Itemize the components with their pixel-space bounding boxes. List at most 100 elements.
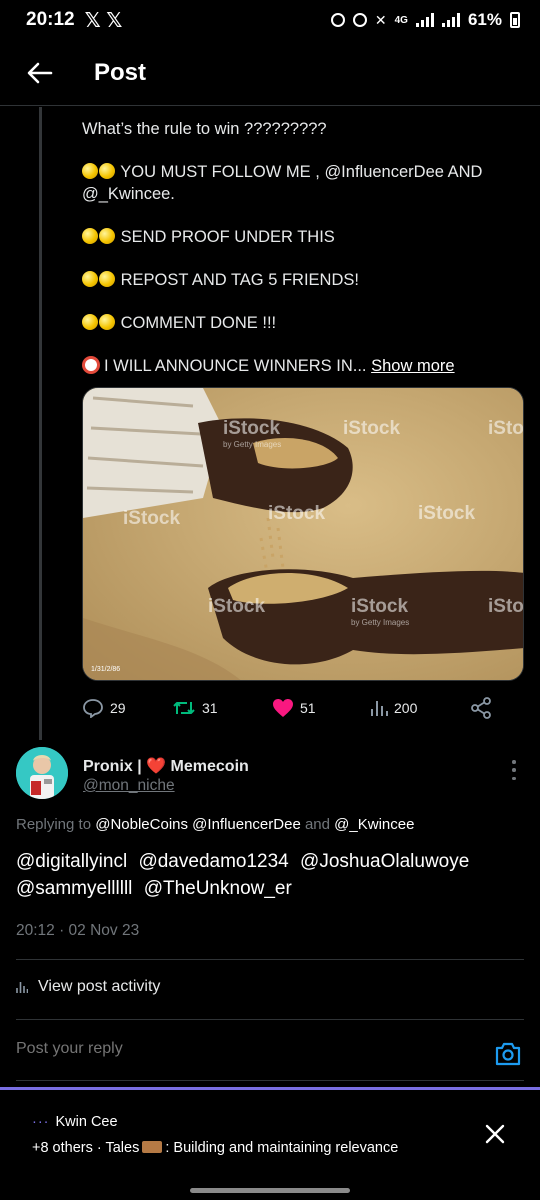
share-icon	[471, 697, 491, 719]
tweet-line: I WILL ANNOUNCE WINNERS IN... Show more	[82, 355, 522, 377]
tweet-media-image[interactable]: iStockby Getty Images iStock iStock iSto…	[82, 387, 524, 681]
status-time: 20:12	[26, 9, 75, 30]
tweet-line: COMMENT DONE !!!	[82, 312, 522, 334]
mention-link[interactable]: @davedamo1234	[138, 851, 288, 872]
watermark: iStock	[488, 418, 524, 439]
x-app-icon: 𝕏 𝕏	[84, 9, 123, 32]
post-timestamp[interactable]: 20:12 · 02 Nov 23	[16, 922, 139, 940]
grain-hands-photo	[83, 388, 523, 680]
heart-emoji-icon: ❤️	[146, 758, 167, 775]
banner-title: +8 others · Tales : Building and maintain…	[32, 1140, 398, 1156]
alarm-icon	[352, 13, 367, 27]
like-button[interactable]: 51	[272, 698, 370, 718]
view-post-activity-button[interactable]: View post activity	[16, 978, 160, 996]
mention-link[interactable]: @sammyellllll	[16, 878, 132, 899]
coin-emoji-icon	[82, 314, 98, 330]
battery-percent: 61%	[467, 10, 502, 29]
coin-emoji-icon	[99, 271, 115, 287]
replying-and: and	[304, 816, 330, 833]
tweet-body: What’s the rule to win ????????? YOU MUS…	[82, 118, 522, 398]
more-dot-icon	[512, 768, 516, 772]
avatar[interactable]	[16, 747, 68, 799]
author-handle[interactable]: @mon_niche	[83, 777, 175, 795]
repost-icon	[173, 702, 195, 714]
status-bar: 20:12 𝕏 𝕏 ✕ 4G 61%	[0, 0, 540, 40]
spaces-banner[interactable]: ··· Kwin Cee +8 others · Tales : Building …	[0, 1087, 540, 1181]
signal-icon	[415, 13, 434, 27]
tweet-line-text: AND	[447, 163, 483, 181]
tweet-line-text: SEND PROOF UNDER THIS	[120, 228, 335, 246]
mention-link[interactable]: @NobleCoins	[95, 816, 188, 833]
coin-emoji-icon	[99, 314, 115, 330]
mention-link[interactable]: @JoshuaOlaluwoye	[300, 851, 469, 872]
like-count: 51	[300, 700, 316, 716]
author-name-suffix: Memecoin	[170, 758, 249, 775]
arrow-left-icon	[27, 62, 53, 83]
mention-link[interactable]: @InfluencerDee	[324, 163, 443, 181]
replying-prefix: Replying to	[16, 816, 92, 833]
mute-icon: ✕	[374, 11, 387, 28]
mention-link[interactable]: @TheUnknow_er	[144, 878, 292, 899]
photo-stamp: 1/31/2/86	[91, 666, 121, 673]
banner-host: ··· Kwin Cee	[32, 1114, 118, 1130]
close-button[interactable]	[484, 1123, 506, 1145]
watermark: iStock	[418, 503, 476, 524]
author-name-text: Pronix |	[83, 758, 142, 775]
camera-button[interactable]	[494, 1040, 522, 1068]
close-icon	[485, 1124, 505, 1144]
mention-link[interactable]: @InfluencerDee	[192, 816, 301, 833]
repost-button[interactable]: 31	[172, 698, 272, 718]
coin-emoji-icon	[82, 228, 98, 244]
tweet-line-text: I WILL ANNOUNCE WINNERS IN...	[104, 357, 367, 375]
analytics-icon	[371, 701, 388, 716]
divider	[16, 959, 524, 960]
analytics-icon	[16, 982, 28, 993]
tweet-line: What’s the rule to win ?????????	[82, 120, 327, 138]
banner-host-name: Kwin Cee	[55, 1114, 118, 1130]
banner-prefix: +8 others · Tales	[32, 1140, 140, 1156]
watermark: iStock by Getty Images	[223, 418, 282, 449]
mention-link[interactable]: @digitallyincl	[16, 851, 127, 872]
mention-link[interactable]: @_Kwincee	[334, 816, 414, 833]
tweet-line: SEND PROOF UNDER THIS	[82, 226, 522, 248]
tweet-line-text: .	[170, 185, 175, 203]
tweet-line: REPOST AND TAG 5 FRIENDS!	[82, 269, 522, 291]
back-button[interactable]	[22, 55, 58, 91]
home-indicator[interactable]	[190, 1188, 350, 1193]
more-dot-icon	[512, 760, 516, 764]
signal-icon-2	[441, 13, 460, 27]
more-options-button[interactable]	[510, 760, 518, 780]
watermark: iStock	[268, 503, 326, 524]
tweet-line-text: COMMENT DONE !!!	[120, 314, 277, 332]
reply-input[interactable]	[16, 1040, 456, 1058]
author-name[interactable]: Pronix | ❤️ Memecoin	[83, 756, 249, 776]
replying-to: Replying to @NobleCoins @InfluencerDee a…	[16, 816, 414, 833]
show-more-link[interactable]: Show more	[371, 357, 454, 375]
tweet-line: YOU MUST FOLLOW ME , @InfluencerDee AND …	[82, 161, 522, 205]
views-button[interactable]: 200	[370, 699, 470, 717]
network-type: 4G	[394, 14, 408, 26]
book-emoji-icon	[142, 1141, 163, 1153]
divider	[16, 1080, 524, 1081]
live-dots-icon: ···	[32, 1114, 50, 1130]
reply-body: @digitallyincl @davedamo1234 @JoshuaOlal…	[16, 848, 526, 902]
data-saver-icon	[330, 13, 345, 27]
coin-emoji-icon	[82, 271, 98, 287]
avatar-image	[16, 747, 68, 799]
share-button[interactable]	[470, 697, 492, 719]
view-post-activity-label: View post activity	[38, 978, 161, 995]
more-dot-icon	[512, 776, 516, 780]
heart-icon	[273, 699, 293, 717]
coin-emoji-icon	[99, 163, 115, 179]
top-app-bar: Post	[0, 40, 540, 106]
watermark: iStock	[123, 508, 181, 529]
reply-icon	[83, 699, 103, 718]
tweet-line-text: REPOST AND TAG 5 FRIENDS!	[120, 271, 359, 289]
coin-emoji-icon	[82, 163, 98, 179]
tweet-actions: 29 31 51 200	[82, 694, 512, 722]
tweet-line-text: YOU MUST FOLLOW ME ,	[120, 163, 320, 181]
mention-link[interactable]: @_Kwincee	[82, 185, 170, 203]
reply-button[interactable]: 29	[82, 698, 172, 718]
banner-suffix: : Building and maintaining relevance	[165, 1140, 399, 1156]
watermark: iStock	[488, 596, 524, 617]
